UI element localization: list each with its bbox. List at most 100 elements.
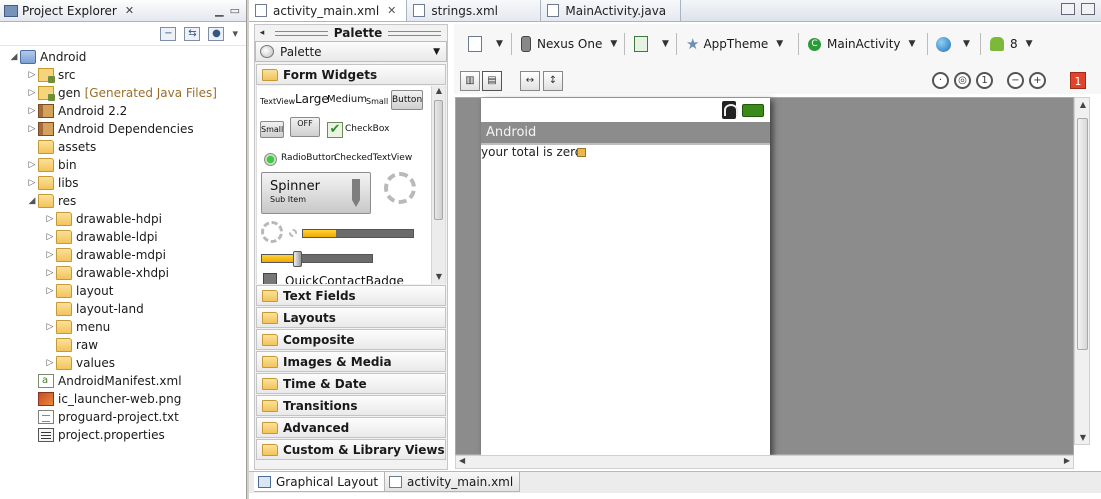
palette-category[interactable]: Layouts xyxy=(256,307,446,328)
maximize-icon[interactable] xyxy=(1081,3,1095,15)
filter-icon[interactable]: ● xyxy=(208,26,225,41)
tab-mainactivity-java[interactable]: MainActivity.java xyxy=(541,0,682,21)
widget-quick-contact-badge[interactable]: QuickContactBadge xyxy=(285,274,404,284)
tree-item[interactable]: ▷ bin xyxy=(0,156,246,174)
progress-large-icon[interactable] xyxy=(384,172,416,204)
warning-badge[interactable]: 1 xyxy=(1070,72,1086,89)
collapsed-arrow-icon[interactable]: ▷ xyxy=(26,66,38,84)
palette-category[interactable]: Advanced xyxy=(256,417,446,438)
widget-toggle-button[interactable]: OFF xyxy=(290,117,320,137)
collapsed-arrow-icon[interactable]: ▷ xyxy=(26,156,38,174)
tree-item[interactable]: project.properties xyxy=(0,426,246,444)
layout-horizontal-icon[interactable]: ▤ xyxy=(482,71,502,91)
scroll-thumb[interactable] xyxy=(1077,118,1088,350)
palette-category[interactable]: Time & Date xyxy=(256,373,446,394)
toggle-fill-height-icon[interactable]: ↕ xyxy=(543,71,563,91)
collapsed-arrow-icon[interactable]: ▷ xyxy=(44,210,56,228)
tree-item[interactable]: ▷ gen [Generated Java Files] xyxy=(0,84,246,102)
tree-item[interactable]: raw xyxy=(0,336,246,354)
tab-xml-source[interactable]: activity_main.xml xyxy=(385,472,521,492)
scroll-thumb[interactable] xyxy=(434,100,443,220)
tree-item[interactable]: ▷ drawable-mdpi xyxy=(0,246,246,264)
tree-item[interactable]: ▷ drawable-xhdpi xyxy=(0,264,246,282)
tree-item[interactable]: ▷ Android Dependencies xyxy=(0,120,246,138)
action-bar[interactable]: Android xyxy=(481,122,770,145)
theme-chooser[interactable]: ★ AppTheme ▼ xyxy=(686,33,783,55)
checkbox-icon[interactable]: ✔ xyxy=(327,122,343,138)
expanded-arrow-icon[interactable]: ◢ xyxy=(26,192,38,210)
palette-dropdown[interactable]: Palette ▼ xyxy=(255,41,447,62)
palette-scrollbar[interactable]: ▲ ▼ xyxy=(431,86,445,284)
widget-radio-button[interactable]: RadioButton xyxy=(281,153,336,163)
device-preview[interactable]: Android your total is zero xyxy=(481,98,770,456)
tree-item[interactable]: ◢ Android xyxy=(0,48,246,66)
close-icon[interactable]: ✕ xyxy=(387,4,396,17)
maximize-view-icon[interactable]: ▭ xyxy=(230,4,240,17)
tab-activity-main-xml[interactable]: activity_main.xml ✕ xyxy=(249,0,408,21)
view-menu-icon[interactable]: ▾ xyxy=(232,27,238,40)
link-with-editor-icon[interactable]: ⇆ xyxy=(184,26,201,41)
collapsed-arrow-icon[interactable]: ▷ xyxy=(44,246,56,264)
tree-item[interactable]: ▷ values xyxy=(0,354,246,372)
collapse-all-icon[interactable]: − xyxy=(160,26,177,41)
widget-button[interactable]: Button xyxy=(391,90,423,110)
tab-strings-xml[interactable]: strings.xml xyxy=(407,0,542,21)
palette-grip-left[interactable] xyxy=(275,30,328,36)
widget-checked-textview[interactable]: CheckedTextView xyxy=(334,153,412,163)
palette-category[interactable]: Custom & Library Views xyxy=(256,439,446,460)
progress-small-icon[interactable] xyxy=(289,229,297,237)
layout-vertical-icon[interactable]: ▥ xyxy=(460,71,480,91)
canvas-vertical-scrollbar[interactable]: ▲ ▼ xyxy=(1074,97,1090,445)
zoom-out-icon[interactable]: − xyxy=(1007,72,1024,89)
collapse-palette-icon[interactable]: ◂ xyxy=(255,28,269,38)
tree-item[interactable]: ▷ Android 2.2 xyxy=(0,102,246,120)
category-form-widgets[interactable]: Form Widgets xyxy=(256,64,446,85)
collapsed-arrow-icon[interactable]: ▷ xyxy=(26,84,38,102)
tree-item[interactable]: ▷ drawable-ldpi xyxy=(0,228,246,246)
locale-chooser[interactable]: ▼ xyxy=(936,33,970,55)
minimize-icon[interactable] xyxy=(1061,3,1075,15)
widget-spinner[interactable]: Spinner Sub Item xyxy=(261,172,371,214)
collapsed-arrow-icon[interactable]: ▷ xyxy=(44,354,56,372)
project-explorer-tab[interactable]: Project Explorer ✕ ▁ ▭ xyxy=(0,0,246,22)
zoom-fit-icon[interactable]: ◎ xyxy=(954,72,971,89)
tree-item[interactable]: ▷ src xyxy=(0,66,246,84)
collapsed-arrow-icon[interactable]: ▷ xyxy=(44,228,56,246)
collapsed-arrow-icon[interactable]: ▷ xyxy=(44,318,56,336)
activity-chooser[interactable]: C MainActivity ▼ xyxy=(808,33,915,55)
collapsed-arrow-icon[interactable]: ▷ xyxy=(26,120,38,138)
radio-button-icon[interactable] xyxy=(264,153,277,166)
total-textview[interactable]: your total is zero xyxy=(481,145,770,159)
tree-item[interactable]: layout-land xyxy=(0,300,246,318)
widget-seek-bar[interactable] xyxy=(261,251,373,267)
canvas-horizontal-scrollbar[interactable]: ◀ ▶ xyxy=(455,455,1074,469)
palette-category[interactable]: Transitions xyxy=(256,395,446,416)
close-icon[interactable]: ✕ xyxy=(125,4,134,17)
palette-grip-right[interactable] xyxy=(388,30,441,36)
expanded-arrow-icon[interactable]: ◢ xyxy=(8,48,20,66)
widget-large-text[interactable]: Large xyxy=(295,92,329,106)
widget-medium-text[interactable]: Medium xyxy=(327,94,367,105)
widget-small-button[interactable]: Small xyxy=(260,121,284,138)
scroll-down-icon[interactable]: ▼ xyxy=(1075,433,1091,442)
palette-category[interactable]: Text Fields xyxy=(256,285,446,306)
tree-item[interactable]: ▷ drawable-hdpi xyxy=(0,210,246,228)
tab-graphical-layout[interactable]: Graphical Layout xyxy=(254,472,386,492)
scroll-down-icon[interactable]: ▼ xyxy=(432,272,445,284)
widget-progress-bar[interactable] xyxy=(302,229,414,238)
collapsed-arrow-icon[interactable]: ▷ xyxy=(44,282,56,300)
tree-item[interactable]: proguard-project.txt xyxy=(0,408,246,426)
scroll-up-icon[interactable]: ▲ xyxy=(432,86,445,98)
zoom-actual-icon[interactable]: 1 xyxy=(976,72,993,89)
palette-category[interactable]: Images & Media xyxy=(256,351,446,372)
tree-item[interactable]: assets xyxy=(0,138,246,156)
widget-small-text[interactable]: Small xyxy=(366,97,388,106)
minimize-view-icon[interactable]: ▁ xyxy=(215,4,223,17)
collapsed-arrow-icon[interactable]: ▷ xyxy=(26,174,38,192)
scroll-left-icon[interactable]: ◀ xyxy=(459,456,465,465)
api-level-chooser[interactable]: 8 ▼ xyxy=(990,33,1033,55)
tree-item[interactable]: ic_launcher-web.png xyxy=(0,390,246,408)
zoom-in-icon[interactable]: + xyxy=(1029,72,1046,89)
progress-medium-icon[interactable] xyxy=(261,221,283,243)
palette-category[interactable]: Composite xyxy=(256,329,446,350)
